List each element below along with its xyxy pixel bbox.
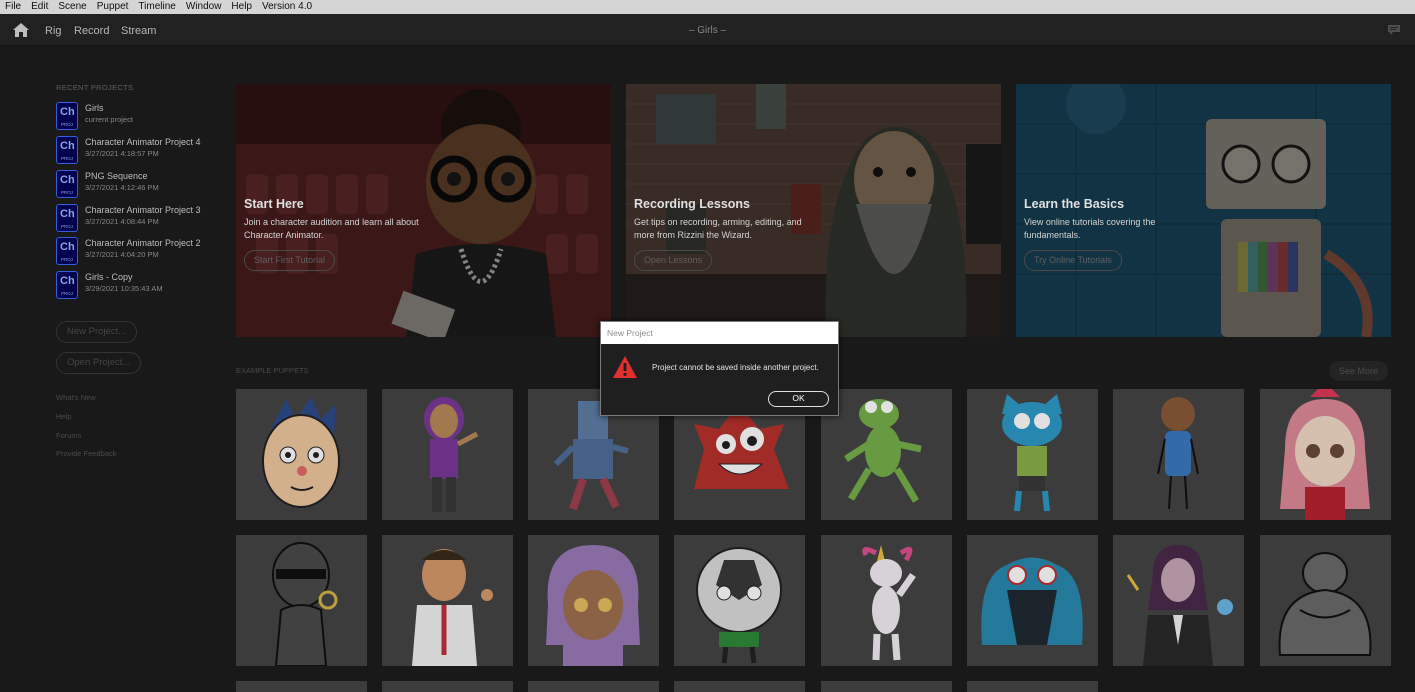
open-project-button[interactable]: Open Project... [56,352,142,374]
dialog-message: Project cannot be saved inside another p… [652,363,819,372]
hero-start-here[interactable]: Start Here Join a character audition and… [236,84,611,337]
puppet-thumbnail[interactable] [528,535,659,666]
puppet-thumbnail[interactable] [236,389,367,520]
help-link[interactable]: Help [56,412,71,421]
whats-new-link[interactable]: What's New [56,393,96,402]
recent-project-item[interactable]: Ch PROJ Character Animator Project 4 3/27… [56,136,221,166]
tab-stream[interactable]: Stream [121,14,156,46]
menu-bar: File Edit Scene Puppet Timeline Window H… [0,0,1415,14]
puppet-thumbnail[interactable] [967,681,1098,692]
puppet-thumbnail[interactable] [382,389,513,520]
new-project-dialog: New Project Project cannot be saved insi… [600,321,839,416]
provide-feedback-link[interactable]: Provide Feedback [56,449,116,458]
puppet-thumbnail[interactable] [674,535,805,666]
app-window: File Edit Scene Puppet Timeline Window H… [0,0,1415,692]
ch-project-icon: Ch PROJ [56,271,78,299]
puppet-thumbnail[interactable] [236,535,367,666]
see-more-button[interactable]: See More [1329,361,1389,381]
puppet-thumbnail[interactable] [821,535,952,666]
ch-project-icon: Ch PROJ [56,204,78,232]
puppet-thumbnail[interactable] [382,535,513,666]
menu-help[interactable]: Help [226,0,257,14]
open-lessons-button[interactable]: Open Lessons [634,250,713,271]
recent-project-item[interactable]: Ch PROJ Character Animator Project 2 3/27… [56,237,221,267]
project-name: Character Animator Project 3 [85,205,201,215]
project-name: Girls [85,103,104,113]
home-icon[interactable] [12,22,30,38]
ch-project-icon: Ch PROJ [56,136,78,164]
hero-title: Recording Lessons [634,197,750,211]
app-header: Rig Record Stream – Girls – [0,14,1415,46]
recent-project-item[interactable]: Ch PROJ Girls - Copy 3/29/2021 10:35:43 A… [56,271,221,301]
project-detail: 3/27/2021 4:08:44 PM [85,217,159,226]
puppet-thumbnail[interactable] [382,681,513,692]
project-name: Character Animator Project 4 [85,137,201,147]
hero-description: Get tips on recording, arming, editing, … [634,217,802,240]
puppet-thumbnail[interactable] [1113,535,1244,666]
sidebar: RECENT PROJECTS Ch PROJ Girls current pro… [0,47,225,692]
recent-project-item[interactable]: Ch PROJ Girls current project [56,102,221,132]
document-title: – Girls – [688,25,727,36]
ch-project-icon: Ch PROJ [56,170,78,198]
tab-rig[interactable]: Rig [45,14,62,46]
recent-project-item[interactable]: Ch PROJ Character Animator Project 3 3/27… [56,204,221,234]
recent-project-item[interactable]: Ch PROJ PNG Sequence 3/27/2021 4:12:46 PM [56,170,221,200]
puppet-thumbnail[interactable] [236,681,367,692]
puppet-thumbnail[interactable] [674,681,805,692]
puppet-thumbnail[interactable] [1113,389,1244,520]
forums-link[interactable]: Forums [56,431,81,440]
start-first-tutorial-button[interactable]: Start First Tutorial [244,250,336,271]
try-online-tutorials-button[interactable]: Try Online Tutorials [1024,250,1122,271]
project-detail: 3/27/2021 4:12:46 PM [85,183,159,192]
dialog-title: New Project [601,322,838,344]
project-detail: 3/29/2021 10:35:43 AM [85,284,163,293]
new-project-button[interactable]: New Project... [56,321,138,343]
menu-scene[interactable]: Scene [53,0,91,14]
project-detail: 3/27/2021 4:04:20 PM [85,250,159,259]
hero-description: Join a character audition and learn all … [244,217,419,240]
puppet-thumbnail[interactable] [528,681,659,692]
menu-timeline[interactable]: Timeline [133,0,180,14]
hero-title: Start Here [244,197,304,211]
menu-version[interactable]: Version 4.0 [257,0,317,14]
example-puppets-label: EXAMPLE PUPPETS [236,366,309,375]
puppet-thumbnail[interactable] [821,389,952,520]
menu-file[interactable]: File [0,0,26,14]
tab-record[interactable]: Record [74,14,109,46]
puppet-thumbnail[interactable] [1260,389,1391,520]
project-detail: current project [85,115,133,124]
puppet-thumbnail[interactable] [1260,535,1391,666]
hero-recording-lessons[interactable]: Recording Lessons Get tips on recording,… [626,84,1001,337]
puppet-thumbnail[interactable] [967,389,1098,520]
recent-projects-label: RECENT PROJECTS [56,83,134,92]
hero-title: Learn the Basics [1024,197,1125,211]
hero-learn-the-basics[interactable]: Learn the Basics View online tutorials c… [1016,84,1391,337]
project-name: Girls - Copy [85,272,133,282]
menu-window[interactable]: Window [181,0,227,14]
menu-puppet[interactable]: Puppet [92,0,134,14]
puppet-thumbnail[interactable] [821,681,952,692]
ch-project-icon: Ch PROJ [56,102,78,130]
hero-description: View online tutorials covering the funda… [1024,217,1156,240]
puppet-thumbnail[interactable] [967,535,1098,666]
project-name: PNG Sequence [85,171,148,181]
project-name: Character Animator Project 2 [85,238,201,248]
project-detail: 3/27/2021 4:18:57 PM [85,149,159,158]
ok-button[interactable]: OK [768,391,829,407]
feedback-icon[interactable] [1387,24,1401,36]
ch-project-icon: Ch PROJ [56,237,78,265]
menu-edit[interactable]: Edit [26,0,53,14]
warning-icon [613,356,637,378]
